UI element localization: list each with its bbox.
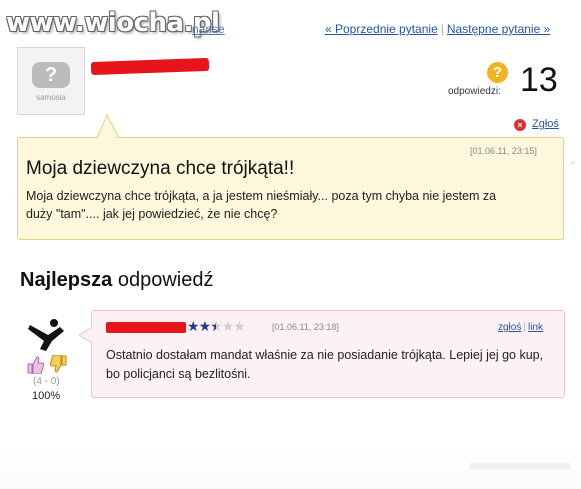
rating-stars: ★★★★★ xyxy=(187,318,246,335)
thumbs-down-icon[interactable] xyxy=(50,355,68,373)
star-icon-empty: ★ xyxy=(233,318,246,334)
question-navigation: « Poprzednie pytanie | Następne pytanie » xyxy=(325,22,550,36)
star-icon-full: ★ xyxy=(198,318,212,334)
question-body: Moja dziewczyna chce trójkąta, a ja jest… xyxy=(26,189,497,221)
answer-timestamp: [01.06.11, 23:18] xyxy=(272,322,339,332)
answer-report-link[interactable]: zgłoś xyxy=(498,322,521,333)
partial-link[interactable]: nanse xyxy=(192,22,225,36)
answer-tail-join xyxy=(91,328,94,342)
vote-percentage: 100% xyxy=(32,390,61,402)
redacted-answerer-name xyxy=(106,322,186,333)
decorative-dot: . xyxy=(571,155,574,166)
question-timestamp: [01.06.11, 23:15] xyxy=(470,146,537,156)
answers-label: odpowiedzi: xyxy=(448,86,501,97)
answerer-avatar-icon[interactable] xyxy=(26,317,66,353)
star-icon-half: ★ xyxy=(210,318,223,334)
answer-actions-separator: | xyxy=(523,322,526,333)
best-answer-heading-rest: odpowiedź xyxy=(112,269,214,291)
speech-tail xyxy=(96,113,120,139)
next-question-link[interactable]: Następne pytanie » xyxy=(447,22,550,36)
thumbs-up-icon[interactable] xyxy=(26,356,44,374)
previous-question-link[interactable]: « Poprzednie pytanie xyxy=(325,22,438,36)
answers-count: 13 xyxy=(520,61,558,99)
footer-placeholder xyxy=(470,463,570,469)
site-watermark: www.wiocha.pl xyxy=(6,8,220,38)
report-icon[interactable]: × xyxy=(514,119,526,131)
star-icon-full: ★ xyxy=(187,318,200,334)
answer-actions: zgłoś | link xyxy=(498,322,543,333)
speech-tail-join xyxy=(98,137,118,140)
answer-permalink[interactable]: link xyxy=(528,322,543,333)
nav-separator: | xyxy=(440,22,444,36)
best-answer-heading: Najlepsza odpowiedź xyxy=(20,269,213,292)
asker-avatar[interactable]: ? samosia xyxy=(17,47,85,115)
answer-body: Ostatnio dostałam mandat właśnie za nie … xyxy=(106,348,544,381)
vote-tally: (4 - 0) xyxy=(33,376,60,387)
star-icon-empty: ★ xyxy=(221,318,235,334)
question-icon: ? xyxy=(487,62,508,83)
redacted-username xyxy=(90,57,210,76)
best-answer-heading-bold: Najlepsza xyxy=(20,269,113,291)
question-title: Moja dziewczyna chce trójkąta!! xyxy=(26,158,295,179)
avatar-wordmark: samosia xyxy=(36,93,66,102)
question-mark-icon: ? xyxy=(44,64,58,86)
report-link[interactable]: Zgłoś xyxy=(532,118,559,130)
page-footer-fade xyxy=(0,452,581,489)
